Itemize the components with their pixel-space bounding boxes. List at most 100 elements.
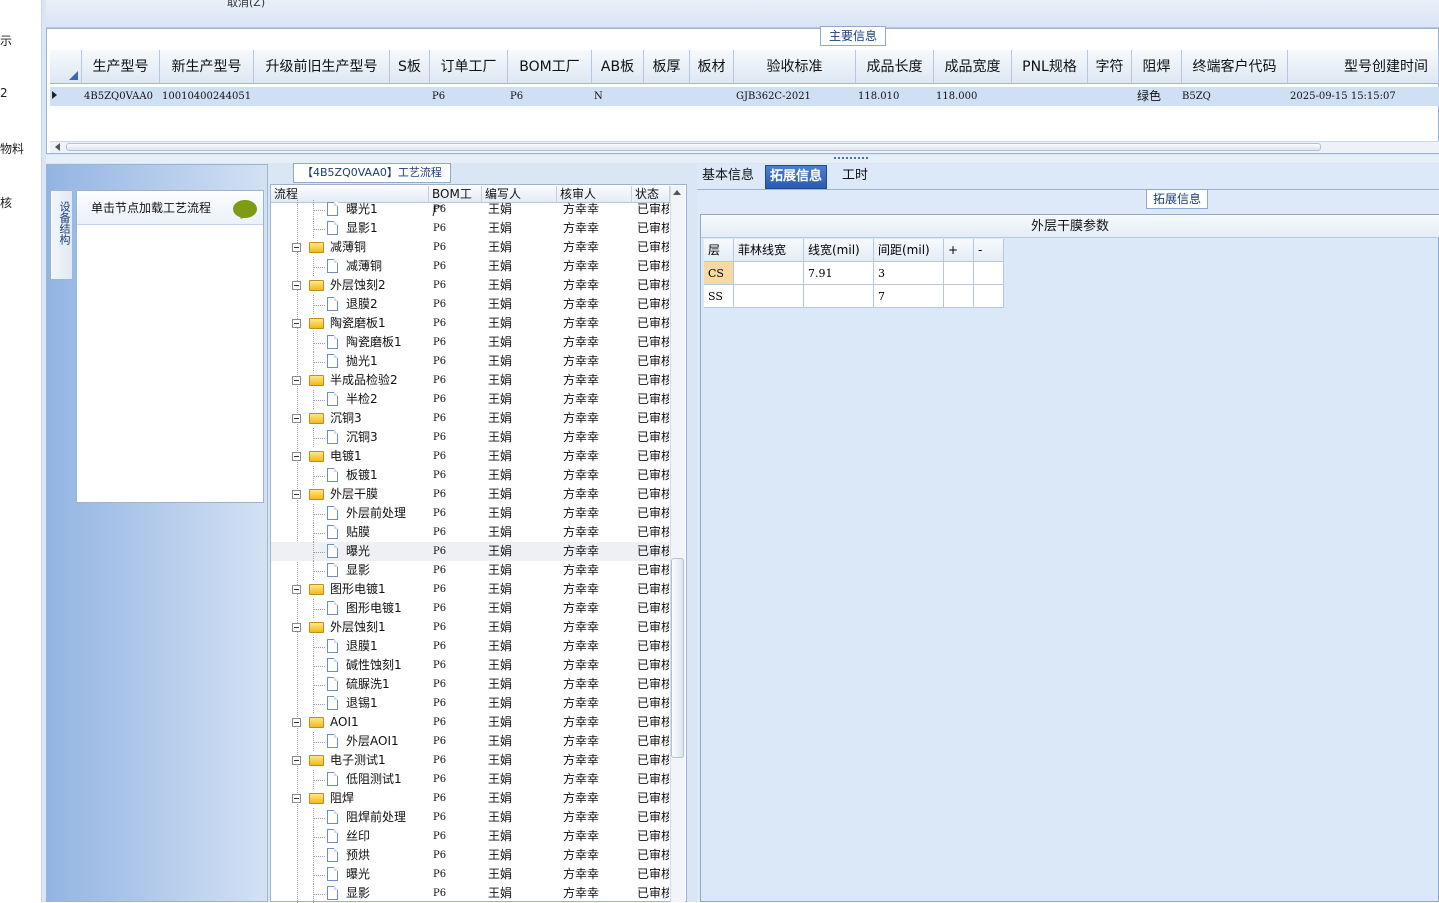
collapse-icon[interactable]	[292, 794, 301, 803]
main-grid-cell[interactable]	[1098, 88, 1140, 105]
param-header[interactable]: -	[974, 239, 1004, 262]
main-grid-header[interactable]: 板材	[690, 50, 734, 84]
process-row[interactable]: 硫脲洗1 P6 王娟 方幸幸 已审核	[271, 675, 669, 694]
main-grid-hscroll-thumb[interactable]	[66, 143, 1321, 151]
process-row[interactable]: AOI1 P6 王娟 方幸幸 已审核	[271, 713, 669, 732]
param-cell[interactable]: 3	[874, 262, 944, 285]
param-cell[interactable]: CS	[704, 262, 734, 285]
main-grid-cell[interactable]: 118.010	[858, 88, 934, 105]
process-row[interactable]: 陶瓷磨板1 P6 王娟 方幸幸 已审核	[271, 314, 669, 333]
vertical-splitter[interactable]	[687, 164, 697, 902]
vertical-tab-structure[interactable]: 设备结构	[50, 190, 72, 280]
main-grid-cell[interactable]: 118.000	[936, 88, 1012, 105]
process-row[interactable]: 半检2 P6 王娟 方幸幸 已审核	[271, 390, 669, 409]
main-grid-cell[interactable]: 4B5ZQ0VAA0	[84, 88, 160, 105]
main-grid-header[interactable]: 阻焊	[1132, 50, 1182, 84]
process-row[interactable]: 贴膜 P6 王娟 方幸幸 已审核	[271, 523, 669, 542]
collapse-icon[interactable]	[292, 490, 301, 499]
collapse-icon[interactable]	[292, 718, 301, 727]
tab-basic-info[interactable]: 基本信息	[698, 165, 758, 189]
cancel-button[interactable]: 取消(Z)	[227, 0, 265, 10]
process-row[interactable]: 显影 P6 王娟 方幸幸 已审核	[271, 561, 669, 580]
main-grid-header[interactable]: 字符	[1088, 50, 1132, 84]
param-cell[interactable]	[974, 262, 1004, 285]
horizontal-splitter[interactable]	[46, 155, 1439, 163]
process-vscrollbar[interactable]	[670, 186, 685, 902]
process-row[interactable]: 低阻测试1 P6 王娟 方幸幸 已审核	[271, 770, 669, 789]
main-grid-header[interactable]: BOM工厂	[508, 50, 592, 84]
process-row[interactable]: 碱性蚀刻1 P6 王娟 方幸幸 已审核	[271, 656, 669, 675]
tab-extended-info[interactable]: 拓展信息	[765, 165, 828, 189]
process-row[interactable]: 外层蚀刻1 P6 王娟 方幸幸 已审核	[271, 618, 669, 637]
main-grid-header[interactable]: AB板	[592, 50, 644, 84]
main-grid-header[interactable]: 板厚	[644, 50, 690, 84]
param-cell[interactable]: 7	[874, 285, 944, 308]
main-grid-cell[interactable]: GJB362C-2021	[736, 88, 856, 105]
main-grid-header[interactable]: PNL规格	[1012, 50, 1088, 84]
process-row[interactable]: 退膜1 P6 王娟 方幸幸 已审核	[271, 637, 669, 656]
param-cell[interactable]: 7.91	[804, 262, 874, 285]
scroll-up-icon[interactable]	[673, 190, 681, 195]
tab-work-hours[interactable]: 工时	[838, 165, 872, 189]
process-row[interactable]: 抛光1 P6 王娟 方幸幸 已审核	[271, 352, 669, 371]
process-row[interactable]: 板镀1 P6 王娟 方幸幸 已审核	[271, 466, 669, 485]
param-cell[interactable]	[734, 262, 804, 285]
process-row[interactable]: 显影1 P6 王娟 方幸幸 已审核	[271, 219, 669, 238]
process-row[interactable]: 丝印 P6 王娟 方幸幸 已审核	[271, 827, 669, 846]
main-grid-header[interactable]: 验收标准	[734, 50, 856, 84]
main-grid-cell[interactable]: B5ZQ	[1182, 88, 1286, 105]
collapse-icon[interactable]	[292, 376, 301, 385]
process-row[interactable]: 外层蚀刻2 P6 王娟 方幸幸 已审核	[271, 276, 669, 295]
main-grid-cell[interactable]	[392, 88, 430, 105]
collapse-icon[interactable]	[292, 319, 301, 328]
main-grid-cell[interactable]: N	[594, 88, 644, 105]
process-row[interactable]: 外层干膜 P6 王娟 方幸幸 已审核	[271, 485, 669, 504]
process-row[interactable]: 沉铜3 P6 王娟 方幸幸 已审核	[271, 428, 669, 447]
process-row[interactable]: 电镀1 P6 王娟 方幸幸 已审核	[271, 447, 669, 466]
param-header[interactable]: +	[944, 239, 974, 262]
main-grid-header[interactable]: 成品长度	[856, 50, 934, 84]
collapse-icon[interactable]	[292, 414, 301, 423]
main-grid-header[interactable]: 终端客户代码	[1182, 50, 1288, 84]
collapse-icon[interactable]	[292, 281, 301, 290]
process-row[interactable]: 外层前处理 P6 王娟 方幸幸 已审核	[271, 504, 669, 523]
main-grid-cell[interactable]	[256, 88, 390, 105]
process-row[interactable]: 阻焊前处理 P6 王娟 方幸幸 已审核	[271, 808, 669, 827]
process-row[interactable]: 图形电镀1 P6 王娟 方幸幸 已审核	[271, 599, 669, 618]
left-strip-item[interactable]: 示	[0, 32, 12, 49]
param-cell[interactable]	[974, 285, 1004, 308]
collapse-icon[interactable]	[292, 585, 301, 594]
collapse-icon[interactable]	[292, 452, 301, 461]
process-row[interactable]: 曝光 P6 王娟 方幸幸 已审核	[271, 865, 669, 884]
main-grid-header[interactable]: 订单工厂	[430, 50, 508, 84]
main-grid-cell[interactable]: 绿色	[1135, 88, 1183, 105]
process-row[interactable]: 减薄铜 P6 王娟 方幸幸 已审核	[271, 257, 669, 276]
main-grid-header[interactable]: 型号创建时间	[1288, 50, 1439, 84]
main-grid-cell[interactable]	[1014, 88, 1088, 105]
process-row[interactable]: 图形电镀1 P6 王娟 方幸幸 已审核	[271, 580, 669, 599]
main-grid-header[interactable]: 新生产型号	[160, 50, 254, 84]
param-cell[interactable]	[804, 285, 874, 308]
process-row[interactable]: 电子测试1 P6 王娟 方幸幸 已审核	[271, 751, 669, 770]
param-cell[interactable]: SS	[704, 285, 734, 308]
collapse-icon[interactable]	[292, 623, 301, 632]
process-row[interactable]: 陶瓷磨板1 P6 王娟 方幸幸 已审核	[271, 333, 669, 352]
process-row[interactable]: 退膜2 P6 王娟 方幸幸 已审核	[271, 295, 669, 314]
splitter-grip-icon[interactable]	[834, 157, 868, 160]
process-vscroll-thumb[interactable]	[671, 558, 684, 758]
main-grid-cell[interactable]: P6	[432, 88, 508, 105]
main-grid-header[interactable]: 成品宽度	[934, 50, 1012, 84]
param-cell[interactable]	[734, 285, 804, 308]
process-row[interactable]: 减薄铜 P6 王娟 方幸幸 已审核	[271, 238, 669, 257]
process-row[interactable]: 曝光 P6 王娟 方幸幸 已审核	[271, 542, 669, 561]
process-row[interactable]: 阻焊 P6 王娟 方幸幸 已审核	[271, 789, 669, 808]
main-grid-cell[interactable]	[646, 88, 690, 105]
main-grid-header[interactable]: S板	[390, 50, 430, 84]
process-row[interactable]: 退锡1 P6 王娟 方幸幸 已审核	[271, 694, 669, 713]
main-grid-cell[interactable]: 2025-09-15 15:15:07	[1290, 88, 1439, 105]
main-grid-header[interactable]: 升级前旧生产型号	[254, 50, 390, 84]
main-grid-cell[interactable]	[692, 88, 734, 105]
process-row[interactable]: 显影 P6 王娟 方幸幸 已审核	[271, 884, 669, 903]
collapse-icon[interactable]	[292, 756, 301, 765]
left-strip-item[interactable]: 物料	[0, 140, 24, 157]
